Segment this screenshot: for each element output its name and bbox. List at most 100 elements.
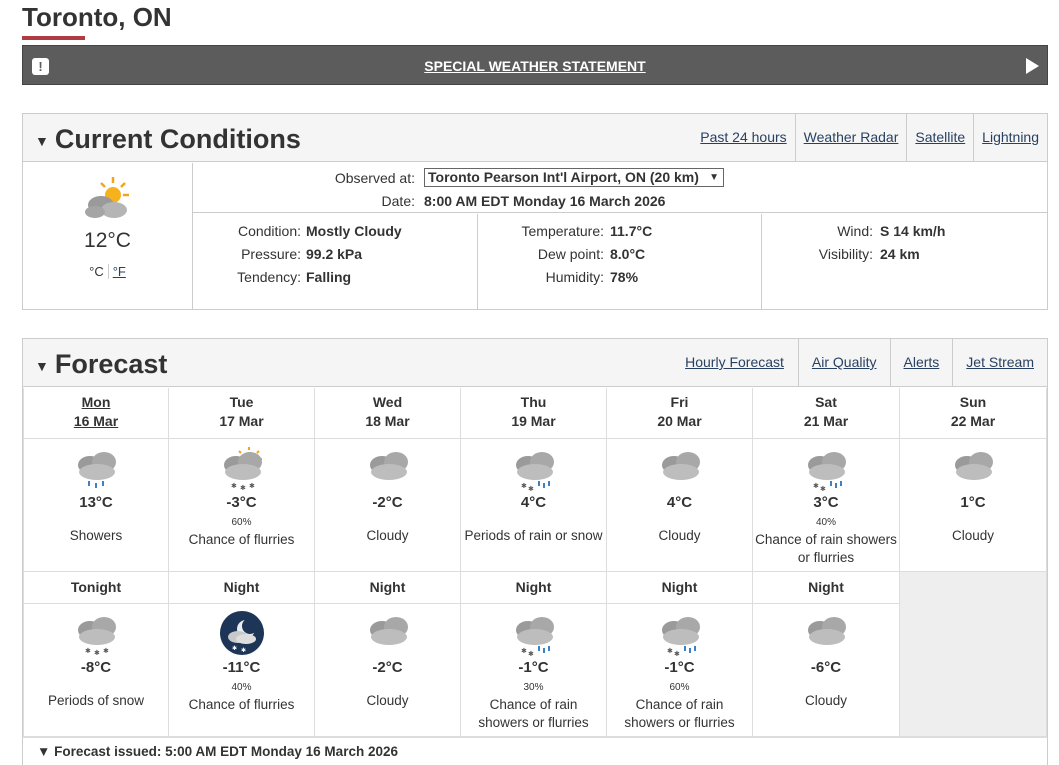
forecast-night-cell: ✱ ✱ -11°C 40% Chance of flurries xyxy=(169,604,315,737)
day-date: 21 Mar xyxy=(803,413,849,429)
collapse-caret-icon[interactable]: ▼ xyxy=(35,133,49,149)
forecast-panel: ▼ Forecast Hourly Forecast Air Quality Al… xyxy=(22,338,1048,765)
svg-text:✱: ✱ xyxy=(241,647,246,654)
day-date: 20 Mar xyxy=(657,413,702,429)
forecast-title[interactable]: ▼ Forecast xyxy=(35,349,167,380)
condition-label: Condition: xyxy=(237,223,301,239)
visibility-label: Visibility: xyxy=(818,246,873,262)
forecast-temperature: -8°C xyxy=(80,659,112,676)
station-value: Toronto Pearson Int'l Airport, ON (20 km… xyxy=(428,169,699,185)
forecast-day-cell: 1°C Cloudy xyxy=(900,439,1047,572)
day-date: 22 Mar xyxy=(950,413,996,429)
forecast-day-cell: 4°C Cloudy xyxy=(607,439,753,572)
station-select[interactable]: Toronto Pearson Int'l Airport, ON (20 km… xyxy=(424,168,724,187)
date-value: 8:00 AM EDT Monday 16 March 2026 xyxy=(424,193,666,209)
day-date: 18 Mar xyxy=(365,413,410,429)
current-conditions-title[interactable]: ▼ Current Conditions xyxy=(35,124,301,155)
satellite-link[interactable]: Satellite xyxy=(906,114,973,162)
forecast-night-header: Night xyxy=(169,572,315,604)
alert-link[interactable]: SPECIAL WEATHER STATEMENT xyxy=(23,58,1047,74)
page-title: Toronto, ON xyxy=(22,2,172,32)
day-name[interactable]: Mon xyxy=(24,394,168,410)
forecast-night-header: Night xyxy=(315,572,461,604)
forecast-day-header[interactable]: Mon 16 Mar xyxy=(23,388,169,439)
svg-text:✱: ✱ xyxy=(231,482,237,490)
forecast-temperature: -2°C xyxy=(372,494,403,511)
day-name: Wed xyxy=(372,394,403,410)
alerts-link[interactable]: Alerts xyxy=(889,339,953,387)
forecast-day-cell: -2°C Cloudy xyxy=(315,439,461,572)
forecast-temperature: -1°C xyxy=(664,659,695,676)
current-conditions-links: Past 24 hours Weather Radar Satellite Li… xyxy=(692,114,1047,162)
forecast-night-cell: -6°C Cloudy xyxy=(753,604,900,737)
forecast-night-header: Night xyxy=(607,572,753,604)
precip-probability: 30% xyxy=(523,682,544,693)
day-date[interactable]: 16 Mar xyxy=(24,413,168,429)
forecast-night-header: Night xyxy=(753,572,900,604)
forecast-day-cell: ✱ ✱ ✱ -3°C 60% Chance of flurries xyxy=(169,439,315,572)
dew-point-label: Dew point: xyxy=(537,246,604,262)
night-name: Night xyxy=(223,579,260,595)
fahrenheit-link[interactable]: °F xyxy=(107,264,130,279)
day-name: Tue xyxy=(229,394,254,410)
weather-radar-link[interactable]: Weather Radar xyxy=(794,114,907,162)
jet-stream-link[interactable]: Jet Stream xyxy=(952,339,1047,387)
rain-snow-icon: ✱ ✱ xyxy=(808,452,846,491)
hourly-forecast-link[interactable]: Hourly Forecast xyxy=(671,339,798,387)
collapse-caret-icon[interactable]: ▼ xyxy=(35,358,49,374)
past-24-hours-link[interactable]: Past 24 hours xyxy=(692,114,794,162)
forecast-header: ▼ Forecast Hourly Forecast Air Quality Al… xyxy=(23,339,1047,387)
forecast-day-cell: 13°C Showers xyxy=(23,439,169,572)
precip-probability: 60% xyxy=(669,682,690,693)
forecast-day-header: Tue 17 Mar xyxy=(169,388,315,439)
svg-text:✱: ✱ xyxy=(103,647,109,655)
forecast-temperature: 4°C xyxy=(520,494,547,511)
cloudy-icon xyxy=(955,452,993,480)
observed-label: Observed at: xyxy=(334,170,415,186)
svg-text:✱: ✱ xyxy=(813,482,819,490)
day-name: Fri xyxy=(670,394,689,410)
forecast-issued[interactable]: ▼ Forecast issued: 5:00 AM EDT Monday 16… xyxy=(22,737,1048,765)
forecast-day-header: Thu 19 Mar xyxy=(461,388,607,439)
precip-probability: 40% xyxy=(231,682,252,693)
night-name: Tonight xyxy=(70,579,122,595)
forecast-summary: Chance of flurries xyxy=(188,697,295,712)
forecast-night-header: Tonight xyxy=(23,572,169,604)
section-title-text: Forecast xyxy=(54,349,168,379)
condition-value: Mostly Cloudy xyxy=(306,223,402,239)
svg-text:✱: ✱ xyxy=(232,645,237,652)
forecast-night-header: Night xyxy=(461,572,607,604)
forecast-summary: Chance of rain showers or flurries xyxy=(624,697,735,730)
forecast-day-header: Fri 20 Mar xyxy=(607,388,753,439)
lightning-link[interactable]: Lightning xyxy=(973,114,1047,162)
tendency-label: Tendency: xyxy=(237,269,301,285)
forecast-night-cell: ✱ ✱ -1°C 60% Chance of rain showers or flurr… xyxy=(607,604,753,737)
title-underline xyxy=(22,36,85,40)
day-name: Sat xyxy=(815,394,837,410)
day-name: Sun xyxy=(959,394,987,410)
forecast-day-cell: ✱ ✱ 3°C 40% Chance of rain showers or flurri… xyxy=(753,439,900,572)
forecast-temperature: -1°C xyxy=(518,659,549,676)
forecast-summary: Cloudy xyxy=(658,528,701,543)
conditions-column-1: Condition: Mostly Cloudy Pressure: 99.2 kP… xyxy=(193,214,478,310)
humidity-value: 78% xyxy=(610,269,639,285)
forecast-temperature: -2°C xyxy=(372,659,403,676)
wind-value: S 14 km/h xyxy=(880,223,946,239)
pressure-label: Pressure: xyxy=(241,246,301,262)
current-conditions-header: ▼ Current Conditions Past 24 hours Weathe… xyxy=(23,114,1047,162)
forecast-temperature: -6°C xyxy=(810,659,842,676)
forecast-summary: Chance of rain showers or flurries xyxy=(755,532,897,565)
air-quality-link[interactable]: Air Quality xyxy=(797,339,890,387)
date-label: Date: xyxy=(381,193,415,209)
chevron-down-icon: ▼ xyxy=(709,172,719,183)
forecast-issued-text: ▼ Forecast issued: 5:00 AM EDT Monday 16… xyxy=(37,744,398,759)
conditions-column-2: Temperature: 11.7°C Dew point: 8.0°C Humid… xyxy=(478,214,762,310)
forecast-summary: Chance of flurries xyxy=(188,532,295,547)
mostly-cloudy-icon xyxy=(85,177,129,218)
forecast-temperature: 13°C xyxy=(79,494,113,511)
play-icon[interactable] xyxy=(1026,58,1039,74)
temperature-value: 11.7°C xyxy=(610,223,653,239)
alert-banner[interactable]: ! SPECIAL WEATHER STATEMENT xyxy=(22,45,1048,85)
celsius-unit: °C xyxy=(89,264,104,279)
forecast-day-header: Wed 18 Mar xyxy=(315,388,461,439)
